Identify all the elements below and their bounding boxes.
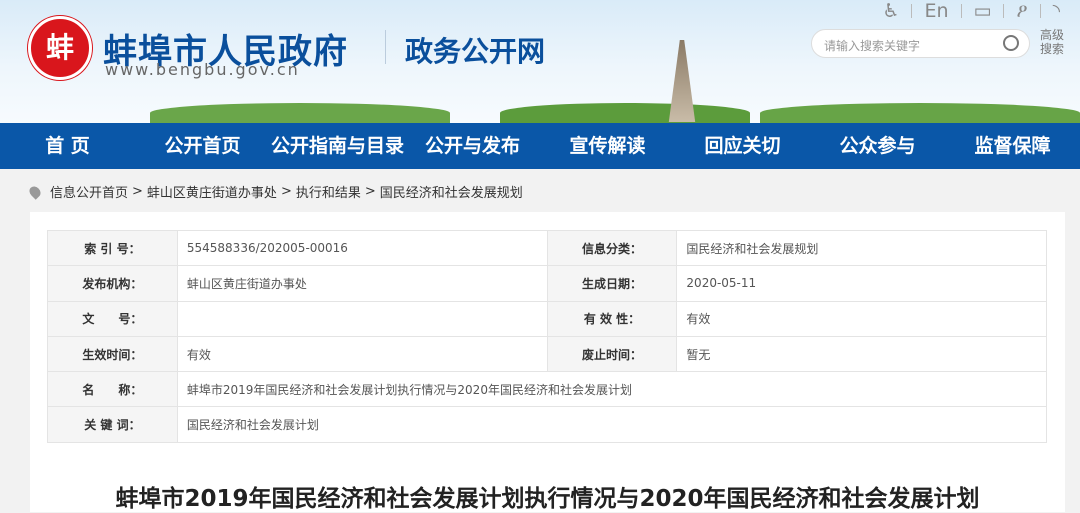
expire-label: 废止时间： bbox=[546, 335, 678, 373]
category-label: 信息分类： bbox=[546, 229, 678, 267]
table-row: 索 引 号： 554588336/202005-00016 信息分类： 国民经济… bbox=[47, 229, 1047, 267]
nav-guide-catalog[interactable]: 公开指南与目录 bbox=[270, 123, 405, 169]
keyword-label: 关 键 词： bbox=[47, 406, 178, 443]
divider bbox=[385, 30, 386, 64]
breadcrumb-link[interactable]: 蚌山区黄庄街道办事处 bbox=[147, 182, 277, 201]
mobile-icon[interactable]: ▭ bbox=[974, 0, 992, 22]
index-value: 554588336/202005-00016 bbox=[176, 229, 548, 267]
content-panel: 索 引 号： 554588336/202005-00016 信息分类： 国民经济… bbox=[30, 212, 1065, 512]
search-placeholder: 请输入搜索关键字 bbox=[824, 39, 921, 53]
breadcrumb-link[interactable]: 信息公开首页 bbox=[50, 182, 128, 201]
category-value: 国民经济和社会发展规划 bbox=[676, 229, 1047, 267]
validity-value: 有效 bbox=[676, 300, 1047, 337]
accessibility-icon[interactable]: ♿ bbox=[882, 0, 899, 22]
nav-participation[interactable]: 公众参与 bbox=[810, 123, 945, 169]
toolbar: ♿ En ▭ ዖ ◝ bbox=[882, 0, 1060, 22]
advanced-search-link[interactable]: 高级搜索 bbox=[1040, 28, 1066, 56]
metadata-table: 索 引 号： 554588336/202005-00016 信息分类： 国民经济… bbox=[47, 229, 1048, 443]
breadcrumb-separator: > bbox=[364, 184, 376, 199]
rss-icon[interactable]: ◝ bbox=[1053, 0, 1060, 22]
name-value: 蚌埠市2019年国民经济和社会发展计划执行情况与2020年国民经济和社会发展计划 bbox=[176, 371, 1048, 408]
table-row: 关 键 词： 国民经济和社会发展计划 bbox=[47, 406, 1048, 443]
name-label: 名 称： bbox=[47, 371, 178, 408]
nav-disclosure-home[interactable]: 公开首页 bbox=[135, 123, 270, 169]
validity-label: 有 效 性： bbox=[546, 300, 678, 337]
docno-value bbox=[176, 300, 548, 337]
breadcrumb-separator: > bbox=[132, 184, 143, 199]
search-input[interactable]: 请输入搜索关键字 bbox=[811, 29, 1030, 58]
date-value: 2020-05-11 bbox=[676, 265, 1047, 302]
search-icon[interactable] bbox=[1003, 35, 1019, 51]
main-nav: 首 页 公开首页 公开指南与目录 公开与发布 宣传解读 回应关切 公众参与 监督… bbox=[0, 123, 1080, 169]
table-row: 发布机构： 蚌山区黄庄街道办事处 生成日期： 2020-05-11 bbox=[47, 265, 1047, 302]
nav-response[interactable]: 回应关切 bbox=[675, 123, 810, 169]
city-logo[interactable]: 蚌 bbox=[28, 16, 92, 80]
breadcrumb: 信息公开首页 > 蚌山区黄庄街道办事处 > 执行和结果 > 国民经济和社会发展规… bbox=[27, 182, 523, 201]
user-icon[interactable]: ዖ bbox=[1016, 0, 1027, 22]
table-row: 文 号： 有 效 性： 有效 bbox=[47, 300, 1047, 337]
effective-label: 生效时间： bbox=[47, 335, 178, 373]
breadcrumb-link[interactable]: 执行和结果 bbox=[296, 182, 361, 201]
publisher-value: 蚌山区黄庄街道办事处 bbox=[176, 265, 548, 302]
location-icon bbox=[27, 183, 43, 200]
site-url: www.bengbu.gov.cn bbox=[105, 60, 300, 79]
nav-home[interactable]: 首 页 bbox=[0, 123, 135, 169]
keyword-value: 国民经济和社会发展计划 bbox=[176, 406, 1048, 443]
nav-supervision[interactable]: 监督保障 bbox=[945, 123, 1080, 169]
expire-value: 暂无 bbox=[676, 335, 1047, 373]
publisher-label: 发布机构： bbox=[47, 265, 178, 302]
docno-label: 文 号： bbox=[47, 300, 178, 337]
breadcrumb-separator: > bbox=[280, 184, 292, 199]
nav-interpretation[interactable]: 宣传解读 bbox=[540, 123, 675, 169]
table-row: 生效时间： 有效 废止时间： 暂无 bbox=[47, 335, 1047, 373]
table-row: 名 称： 蚌埠市2019年国民经济和社会发展计划执行情况与2020年国民经济和社… bbox=[47, 371, 1048, 408]
nav-publish[interactable]: 公开与发布 bbox=[405, 123, 540, 169]
sub-title[interactable]: 政务公开网 bbox=[405, 30, 545, 70]
effective-value: 有效 bbox=[176, 335, 548, 373]
date-label: 生成日期： bbox=[546, 265, 678, 302]
breadcrumb-link[interactable]: 国民经济和社会发展规划 bbox=[380, 182, 523, 201]
english-link[interactable]: En bbox=[924, 0, 948, 22]
index-label: 索 引 号： bbox=[47, 229, 178, 267]
site-header: 蚌 蚌埠市人民政府 www.bengbu.gov.cn 政务公开网 ♿ En ▭… bbox=[0, 0, 1080, 123]
